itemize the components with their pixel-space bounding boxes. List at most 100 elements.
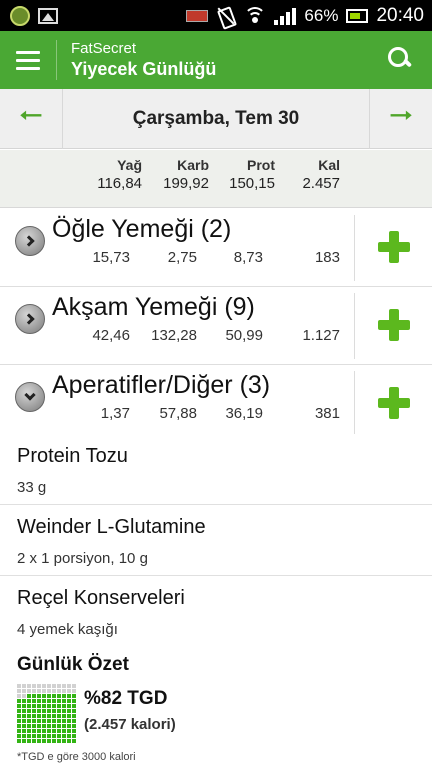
rdi-cell bbox=[22, 724, 26, 728]
rdi-cell bbox=[57, 689, 61, 693]
rdi-cell bbox=[17, 704, 21, 708]
rdi-cell bbox=[22, 704, 26, 708]
rdi-cell bbox=[27, 739, 31, 743]
rdi-cell bbox=[17, 729, 21, 733]
totals-fat-value: 116,84 bbox=[97, 175, 142, 192]
status-bar: 66% 20:40 bbox=[0, 0, 432, 31]
rdi-cell bbox=[57, 739, 61, 743]
rdi-cell bbox=[37, 689, 41, 693]
rdi-cell bbox=[37, 729, 41, 733]
rdi-cell bbox=[47, 709, 51, 713]
app-name: FatSecret bbox=[71, 40, 137, 57]
rdi-cell bbox=[32, 739, 36, 743]
search-icon[interactable] bbox=[386, 45, 414, 73]
rdi-cell bbox=[62, 739, 66, 743]
chevron-right-icon[interactable] bbox=[15, 304, 45, 334]
battery-icon bbox=[346, 8, 369, 23]
plus-icon[interactable] bbox=[378, 309, 410, 341]
rdi-cell bbox=[72, 724, 76, 728]
meal-values: 42,46 132,28 50,99 1.127 bbox=[52, 327, 342, 347]
rdi-cell bbox=[32, 689, 36, 693]
rdi-cell bbox=[47, 739, 51, 743]
rdi-cell bbox=[57, 694, 61, 698]
rdi-cell bbox=[32, 714, 36, 718]
rdi-cell bbox=[22, 684, 26, 688]
food-item[interactable]: Reçel Konserveleri 4 yemek kaşığı bbox=[0, 576, 432, 647]
rdi-cell bbox=[17, 689, 21, 693]
rdi-cell bbox=[42, 719, 46, 723]
rdi-cell bbox=[57, 724, 61, 728]
rdi-calories: (2.457 kalori) bbox=[84, 716, 176, 733]
rdi-cell bbox=[57, 729, 61, 733]
wifi-icon bbox=[244, 6, 267, 25]
mute-icon bbox=[216, 6, 236, 26]
rdi-cell bbox=[57, 714, 61, 718]
rdi-cell bbox=[47, 684, 51, 688]
rdi-cell bbox=[62, 694, 66, 698]
chevron-down-icon[interactable] bbox=[15, 382, 45, 412]
meal-name: Öğle Yemeği (2) bbox=[52, 215, 232, 243]
rdi-cell bbox=[72, 714, 76, 718]
food-item[interactable]: Weinder L-Glutamine 2 x 1 porsiyon, 10 g bbox=[0, 505, 432, 576]
rdi-cell bbox=[72, 699, 76, 703]
plus-icon[interactable] bbox=[378, 387, 410, 419]
chevron-right-icon[interactable] bbox=[15, 226, 45, 256]
meal-row-lunch[interactable]: Öğle Yemeği (2) 15,73 2,75 8,73 183 bbox=[0, 209, 432, 287]
meal-values: 1,37 57,88 36,19 381 bbox=[52, 405, 342, 425]
food-quantity: 2 x 1 porsiyon, 10 g bbox=[17, 550, 148, 567]
rdi-cell bbox=[62, 734, 66, 738]
menu-icon[interactable] bbox=[0, 31, 56, 89]
rdi-cell bbox=[52, 694, 56, 698]
arrow-left-icon[interactable]: 🠀 bbox=[0, 89, 62, 149]
rdi-cell bbox=[27, 714, 31, 718]
totals-fat-header: Yağ bbox=[117, 157, 142, 173]
rdi-cell bbox=[52, 714, 56, 718]
rdi-cell bbox=[52, 699, 56, 703]
rdi-cell bbox=[57, 709, 61, 713]
meal-row-snacks[interactable]: Aperatifler/Diğer (3) 1,37 57,88 36,19 3… bbox=[0, 365, 432, 443]
meal-carb: 57,88 bbox=[159, 405, 197, 422]
rdi-cell bbox=[67, 724, 71, 728]
rdi-cell bbox=[22, 709, 26, 713]
meal-fat: 1,37 bbox=[100, 405, 130, 422]
rdi-cell bbox=[27, 709, 31, 713]
rdi-cell bbox=[47, 699, 51, 703]
totals-cal-header: Kal bbox=[318, 157, 340, 173]
rdi-cell bbox=[32, 729, 36, 733]
totals-prot-value: 150,15 bbox=[229, 175, 275, 192]
rdi-cell bbox=[32, 699, 36, 703]
meal-row-dinner[interactable]: Akşam Yemeği (9) 42,46 132,28 50,99 1.12… bbox=[0, 287, 432, 365]
rdi-cell bbox=[72, 719, 76, 723]
rdi-cell bbox=[37, 734, 41, 738]
food-name: Protein Tozu bbox=[17, 445, 128, 467]
meal-fat: 15,73 bbox=[92, 249, 130, 266]
rdi-cell bbox=[22, 734, 26, 738]
plus-icon[interactable] bbox=[378, 231, 410, 263]
rdi-cell bbox=[37, 739, 41, 743]
rdi-cell bbox=[67, 704, 71, 708]
rdi-cell bbox=[52, 704, 56, 708]
rdi-cell bbox=[42, 694, 46, 698]
rdi-cell bbox=[62, 689, 66, 693]
rdi-cell bbox=[37, 704, 41, 708]
rdi-cell bbox=[37, 724, 41, 728]
arrow-right-icon[interactable]: 🠂 bbox=[370, 89, 432, 149]
food-item[interactable]: Protein Tozu 33 g bbox=[0, 434, 432, 505]
meal-name: Aperatifler/Diğer (3) bbox=[52, 371, 271, 399]
rdi-cell bbox=[37, 694, 41, 698]
rdi-cell bbox=[52, 739, 56, 743]
rdi-cell bbox=[47, 734, 51, 738]
rdi-cell bbox=[17, 709, 21, 713]
date-label[interactable]: Çarşamba, Tem 30 bbox=[63, 108, 369, 130]
rdi-cell bbox=[57, 684, 61, 688]
rdi-cell bbox=[67, 714, 71, 718]
rdi-cell bbox=[42, 739, 46, 743]
rdi-cell bbox=[67, 739, 71, 743]
rdi-cell bbox=[17, 714, 21, 718]
rdi-cell bbox=[37, 709, 41, 713]
rdi-cell bbox=[67, 734, 71, 738]
rdi-cell bbox=[32, 694, 36, 698]
rdi-cell bbox=[67, 699, 71, 703]
rdi-cell bbox=[47, 719, 51, 723]
rdi-cell bbox=[72, 734, 76, 738]
